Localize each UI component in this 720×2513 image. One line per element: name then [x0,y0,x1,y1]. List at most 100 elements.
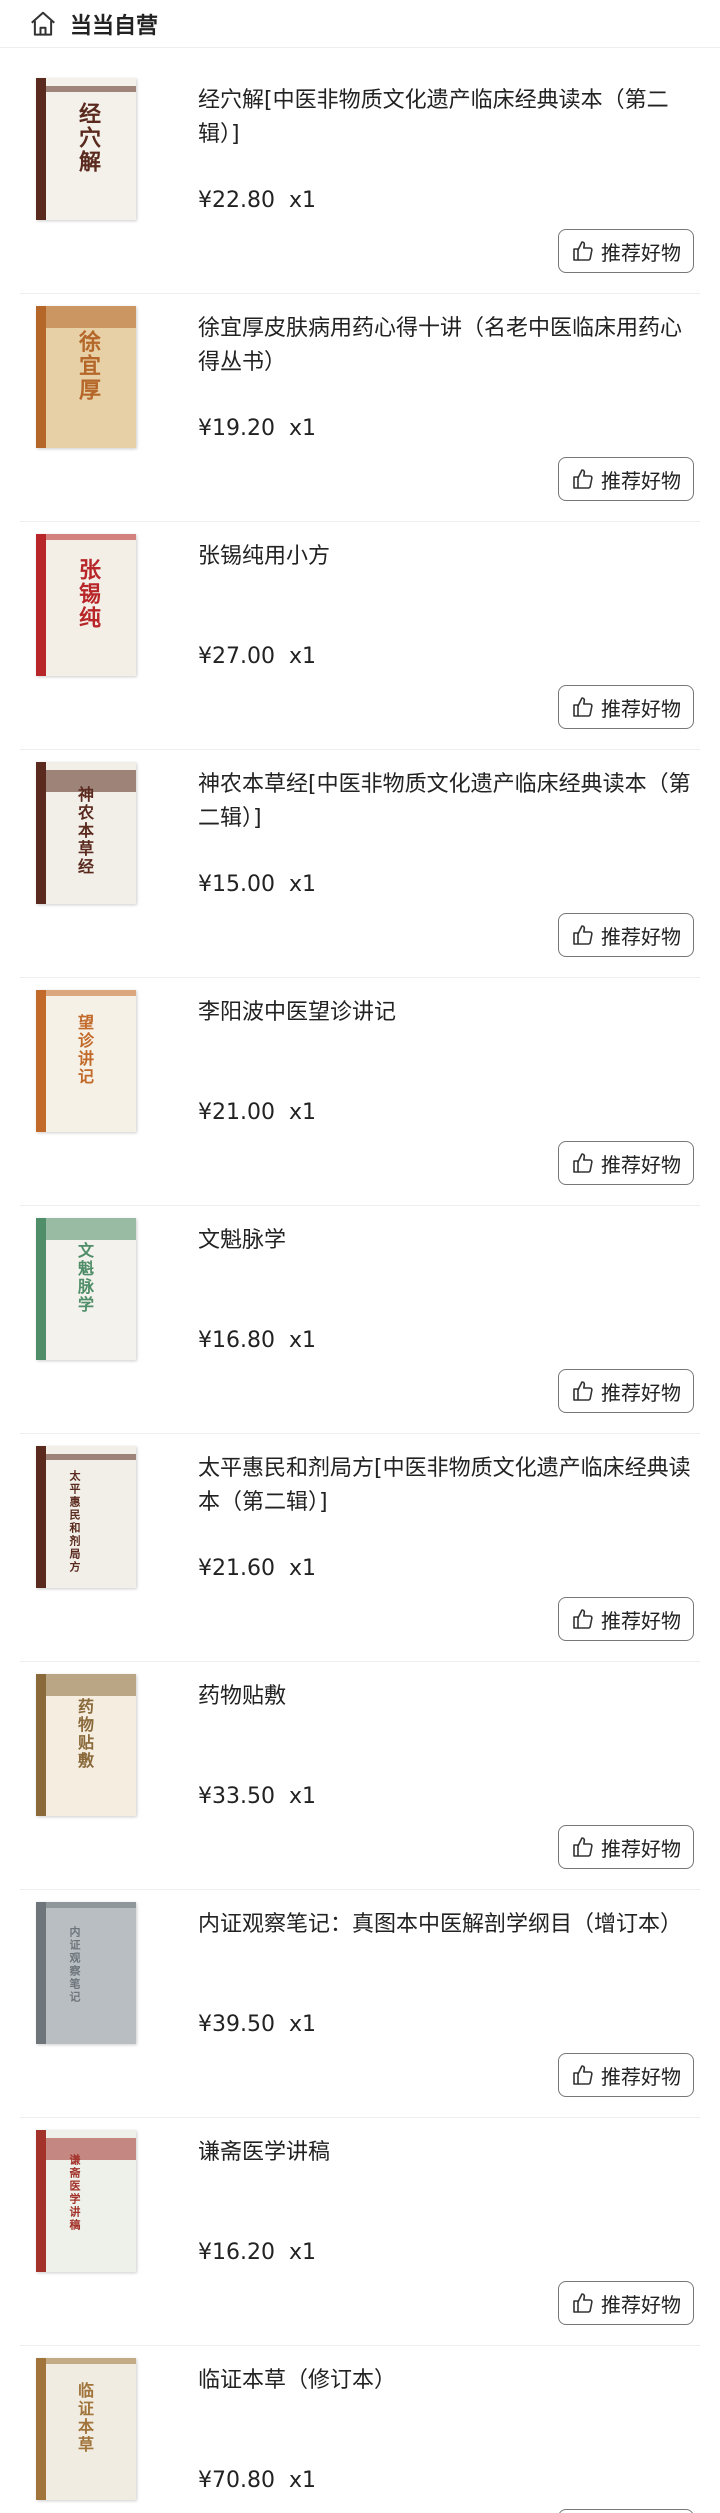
product-price: ¥16.80 [198,1328,275,1353]
recommend-button[interactable]: 推荐好物 [558,2281,694,2325]
cover-spine [36,2130,46,2272]
cover-spine [36,78,46,220]
product-row[interactable]: 内证观察笔记 内证观察笔记：真图本中医解剖学纲目（增订本） ¥39.50 x1 推荐好物 [20,1890,700,2118]
product-title[interactable]: 李阳波中医望诊讲记 [198,996,700,1030]
cover-title-text: 太平惠民和剂局方 [68,1470,81,1574]
price-row: ¥33.50 x1 [198,1784,316,1809]
cover-spine [36,2358,46,2500]
product-title[interactable]: 药物贴敷 [198,1680,700,1714]
price-row: ¥70.80 x1 [198,2468,316,2493]
recommend-button[interactable]: 推荐好物 [558,229,694,273]
recommend-button[interactable]: 推荐好物 [558,2509,694,2513]
thumbs-up-icon [573,1609,593,1629]
product-quantity: x1 [288,2012,317,2037]
cover-spine [36,1218,46,1360]
product-quantity: x1 [288,644,317,669]
product-row[interactable]: 文魁脉学 文魁脉学 ¥16.80 x1 推荐好物 [20,1206,700,1434]
recommend-button-label: 推荐好物 [601,468,681,493]
recommend-button-label: 推荐好物 [601,2064,681,2089]
recommend-button-label: 推荐好物 [601,2292,681,2317]
cover-title-text: 谦斋医学讲稿 [68,2154,81,2232]
thumbs-up-icon [573,697,593,717]
product-title[interactable]: 徐宜厚皮肤病用药心得十讲（名老中医临床用药心得丛书） [198,312,700,380]
recommend-button[interactable]: 推荐好物 [558,2053,694,2097]
product-quantity: x1 [288,1328,317,1353]
cover-title-text: 临证本草 [75,2382,94,2454]
book-cover-image[interactable]: 内证观察笔记 [36,1902,136,2044]
cover-title-text: 徐宜厚 [75,330,101,402]
book-cover-image[interactable]: 谦斋医学讲稿 [36,2130,136,2272]
recommend-button[interactable]: 推荐好物 [558,457,694,501]
recommend-button[interactable]: 推荐好物 [558,685,694,729]
product-row[interactable]: 望诊讲记 李阳波中医望诊讲记 ¥21.00 x1 推荐好物 [20,978,700,1206]
book-cover-image[interactable]: 太平惠民和剂局方 [36,1446,136,1588]
cover-title-text: 药物贴敷 [75,1698,94,1770]
product-row[interactable]: 临证本草 临证本草（修订本） ¥70.80 x1 推荐好物 [20,2346,700,2513]
price-row: ¥16.20 x1 [198,2240,316,2265]
book-cover-image[interactable]: 经穴解 [36,78,136,220]
recommend-button[interactable]: 推荐好物 [558,913,694,957]
product-title[interactable]: 太平惠民和剂局方[中医非物质文化遗产临床经典读本（第二辑）] [198,1452,700,1520]
book-cover-image[interactable]: 文魁脉学 [36,1218,136,1360]
order-items-page: 当当自营 经穴解 经穴解[中医非物质文化遗产临床经典读本（第二辑）] ¥22.80 x… [0,0,720,2513]
price-row: ¥19.20 x1 [198,416,316,441]
recommend-button-label: 推荐好物 [601,1608,681,1633]
recommend-button-label: 推荐好物 [601,696,681,721]
book-cover-image[interactable]: 徐宜厚 [36,306,136,448]
product-price: ¥15.00 [198,872,275,897]
store-name: 当当自营 [70,13,159,39]
thumbs-up-icon [573,2065,593,2085]
product-title[interactable]: 临证本草（修订本） [198,2364,700,2398]
product-row[interactable]: 神农本草经 神农本草经[中医非物质文化遗产临床经典读本（第二辑）] ¥15.00 x1… [20,750,700,978]
cover-band [46,1674,136,1696]
price-row: ¥15.00 x1 [198,872,316,897]
product-price: ¥33.50 [198,1784,275,1809]
product-row[interactable]: 张锡纯 张锡纯用小方 ¥27.00 x1 推荐好物 [20,522,700,750]
cover-title-text: 经穴解 [75,102,101,174]
thumbs-up-icon [573,1153,593,1173]
cover-band [46,306,136,328]
cover-title-text: 神农本草经 [75,786,94,876]
product-quantity: x1 [288,416,317,441]
product-price: ¥19.20 [198,416,275,441]
product-price: ¥21.60 [198,1556,275,1581]
recommend-button[interactable]: 推荐好物 [558,1597,694,1641]
cover-band [46,1454,136,1460]
product-price: ¥21.00 [198,1100,275,1125]
cover-spine [36,990,46,1132]
product-title[interactable]: 谦斋医学讲稿 [198,2136,700,2170]
product-quantity: x1 [288,2468,317,2493]
cover-band [46,86,136,92]
recommend-button[interactable]: 推荐好物 [558,1825,694,1869]
cover-spine [36,1674,46,1816]
price-row: ¥21.60 x1 [198,1556,316,1581]
cover-band [46,990,136,996]
book-cover-image[interactable]: 张锡纯 [36,534,136,676]
product-quantity: x1 [288,872,317,897]
product-row[interactable]: 经穴解 经穴解[中医非物质文化遗产临床经典读本（第二辑）] ¥22.80 x1 推荐好物 [20,66,700,294]
recommend-button[interactable]: 推荐好物 [558,1141,694,1185]
recommend-button-label: 推荐好物 [601,924,681,949]
product-row[interactable]: 药物贴敷 药物贴敷 ¥33.50 x1 推荐好物 [20,1662,700,1890]
product-title[interactable]: 经穴解[中医非物质文化遗产临床经典读本（第二辑）] [198,84,700,152]
cover-title-text: 张锡纯 [75,558,101,630]
product-title[interactable]: 张锡纯用小方 [198,540,700,574]
book-cover-image[interactable]: 神农本草经 [36,762,136,904]
price-row: ¥27.00 x1 [198,644,316,669]
product-title[interactable]: 神农本草经[中医非物质文化遗产临床经典读本（第二辑）] [198,768,700,836]
book-cover-image[interactable]: 望诊讲记 [36,990,136,1132]
book-cover-image[interactable]: 药物贴敷 [36,1674,136,1816]
product-row[interactable]: 徐宜厚 徐宜厚皮肤病用药心得十讲（名老中医临床用药心得丛书） ¥19.20 x1 推荐好… [20,294,700,522]
product-quantity: x1 [288,2240,317,2265]
product-title[interactable]: 文魁脉学 [198,1224,700,1258]
recommend-button[interactable]: 推荐好物 [558,1369,694,1413]
home-store-icon [31,11,55,36]
store-header[interactable]: 当当自营 [0,0,720,48]
product-row[interactable]: 太平惠民和剂局方 太平惠民和剂局方[中医非物质文化遗产临床经典读本（第二辑）] ¥2… [20,1434,700,1662]
book-cover-image[interactable]: 临证本草 [36,2358,136,2500]
price-row: ¥22.80 x1 [198,188,316,213]
recommend-button-label: 推荐好物 [601,1836,681,1861]
product-row[interactable]: 谦斋医学讲稿 谦斋医学讲稿 ¥16.20 x1 推荐好物 [20,2118,700,2346]
cover-band [46,1902,136,1908]
product-title[interactable]: 内证观察笔记：真图本中医解剖学纲目（增订本） [198,1908,700,1942]
